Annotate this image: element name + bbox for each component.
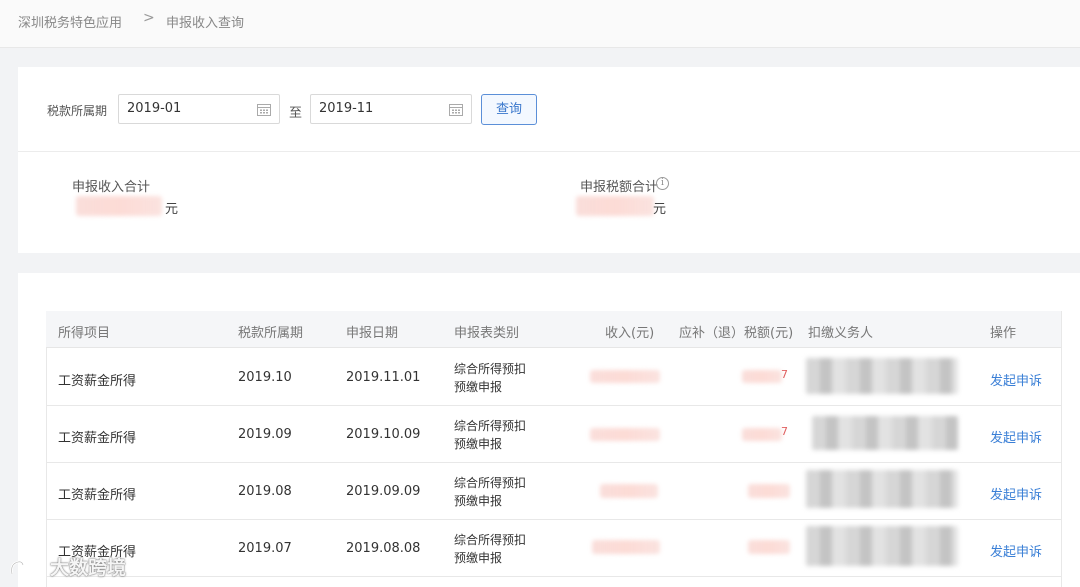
cell-income-redacted [590, 370, 660, 383]
start-date-input[interactable]: 2019-01 [118, 94, 280, 124]
cell-period: 2019.08 [238, 484, 292, 499]
tax-total-value-redacted [576, 196, 654, 216]
cell-tax-redacted [742, 370, 782, 383]
cell-item: 工资薪金所得 [58, 374, 137, 389]
header-item: 所得项目 [58, 326, 111, 341]
calendar-icon[interactable] [257, 103, 271, 116]
table-header: 所得项目 税款所属期 申报日期 申报表类别 收入(元) 应补（退）税额(元) 扣… [46, 311, 1062, 348]
cell-type-line2: 预缴申报 [454, 551, 503, 565]
appeal-link[interactable]: 发起申诉 [990, 541, 1042, 560]
cell-period: 2019.09 [238, 427, 292, 442]
cell-withholder-redacted [806, 358, 958, 394]
cell-tax-redacted [748, 484, 790, 498]
cell-date: 2019.10.09 [346, 427, 421, 442]
income-total-label: 申报收入合计 [72, 180, 151, 195]
cell-tax-tail: 7 [781, 425, 788, 438]
cell-tax-redacted [748, 540, 790, 554]
period-label: 税款所属期 [47, 104, 108, 118]
cell-date: 2019.08.08 [346, 541, 421, 556]
cell-period: 2019.07 [238, 541, 292, 556]
appeal-link[interactable]: 发起申诉 [990, 427, 1042, 446]
end-date-input[interactable]: 2019-11 [310, 94, 472, 124]
watermark-logo-icon [10, 560, 45, 575]
cell-income-redacted [600, 484, 658, 498]
cell-type-line1: 综合所得预扣 [454, 419, 527, 433]
table-border-right [1061, 311, 1062, 587]
cell-type-line2: 预缴申报 [454, 437, 503, 451]
header-type: 申报表类别 [454, 326, 520, 341]
header-tax: 应补（退）税额(元) [679, 326, 794, 341]
cell-type-line2: 预缴申报 [454, 494, 503, 508]
cell-tax-redacted [742, 428, 782, 441]
table-border-left [46, 348, 47, 587]
end-date-value: 2019-11 [319, 101, 374, 116]
cell-income-redacted [592, 540, 660, 554]
breadcrumb-current: 申报收入查询 [166, 16, 245, 31]
calendar-icon[interactable] [449, 103, 463, 116]
cell-date: 2019.09.09 [346, 484, 421, 499]
divider [18, 151, 1080, 152]
cell-type-line1: 综合所得预扣 [454, 362, 527, 376]
cell-tax-tail: 7 [781, 368, 788, 381]
breadcrumb-root[interactable]: 深圳税务特色应用 [18, 12, 122, 31]
header-period: 税款所属期 [238, 326, 304, 341]
header-action: 操作 [990, 326, 1017, 341]
cell-type-line2: 预缴申报 [454, 380, 503, 394]
appeal-link[interactable]: 发起申诉 [990, 484, 1042, 503]
query-button[interactable]: 查询 [481, 94, 537, 125]
to-label: 至 [289, 106, 303, 121]
income-total-value-redacted [76, 196, 162, 216]
cell-income-redacted [590, 428, 660, 441]
income-unit: 元 [165, 202, 179, 217]
start-date-value: 2019-01 [127, 101, 182, 116]
watermark-text: 大数跨境 [50, 557, 127, 579]
cell-withholder-redacted [812, 416, 958, 450]
cell-date: 2019.11.01 [346, 370, 421, 385]
cell-type-line1: 综合所得预扣 [454, 533, 527, 547]
cell-item: 工资薪金所得 [58, 488, 137, 503]
header-date: 申报日期 [346, 326, 399, 341]
info-icon[interactable]: i [656, 177, 669, 190]
cell-type-line1: 综合所得预扣 [454, 476, 527, 490]
tax-unit: 元 [653, 202, 667, 217]
header-income: 收入(元) [605, 326, 655, 341]
breadcrumb-bar: 深圳税务特色应用 > 申报收入查询 [0, 0, 1080, 48]
cell-period: 2019.10 [238, 370, 292, 385]
appeal-link[interactable]: 发起申诉 [990, 370, 1042, 389]
cell-item: 工资薪金所得 [58, 431, 137, 446]
chevron-right-icon: > [143, 10, 155, 26]
header-withholder: 扣缴义务人 [808, 326, 874, 341]
tax-total-label: 申报税额合计 [580, 180, 659, 195]
cell-withholder-redacted [806, 526, 958, 566]
cell-withholder-redacted [806, 470, 958, 508]
